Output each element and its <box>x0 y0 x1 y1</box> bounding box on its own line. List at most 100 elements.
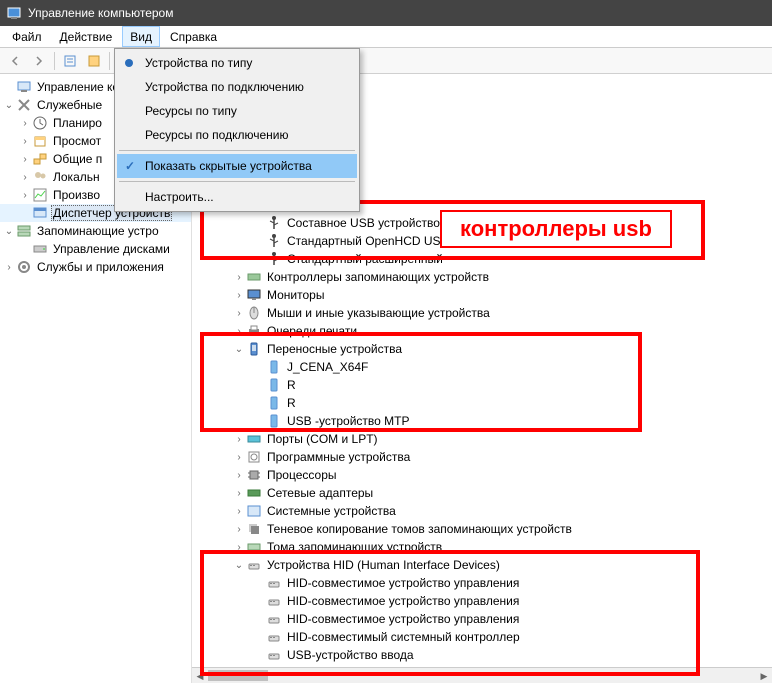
tree-row[interactable]: ›Очереди печати <box>192 322 772 340</box>
toolbar-separator <box>54 52 55 70</box>
menu-файл[interactable]: Файл <box>4 26 50 47</box>
dropdown-item[interactable]: Устройства по типу <box>117 51 357 75</box>
tree-row[interactable]: › Программные устройства <box>192 448 772 466</box>
tree-row[interactable]: › Процессоры <box>192 466 772 484</box>
expand-icon[interactable]: › <box>232 542 246 553</box>
expand-icon[interactable]: › <box>232 470 246 481</box>
dropdown-item[interactable]: Показать скрытые устройства <box>117 154 357 178</box>
view-dropdown-menu: Устройства по типуУстройства по подключе… <box>114 48 360 212</box>
tree-label: Службы и приложения <box>35 260 166 274</box>
tree-label: R <box>285 378 298 392</box>
tree-label: Программные устройства <box>265 450 412 464</box>
menu-справка[interactable]: Справка <box>162 26 225 47</box>
task-icon <box>32 115 48 131</box>
collapse-icon[interactable]: ⌄ <box>232 560 246 571</box>
horizontal-scrollbar[interactable]: ◀ ▶ <box>192 667 772 683</box>
tree-row[interactable]: ›Сетевые адаптеры <box>192 484 772 502</box>
tree-row[interactable]: HID-совместимое устройство управления <box>192 610 772 628</box>
expand-icon[interactable]: › <box>232 506 246 517</box>
portable-icon <box>246 341 262 357</box>
tree-label: Запоминающие устро <box>35 224 161 238</box>
storage-ctrl-icon <box>246 269 262 285</box>
expand-icon[interactable]: › <box>2 262 16 273</box>
collapse-icon[interactable]: ⌄ <box>232 344 246 355</box>
mouse-icon <box>246 305 262 321</box>
hid-icon <box>266 629 282 645</box>
tree-label: Устройства HID (Human Interface Devices) <box>265 558 502 572</box>
tree-row[interactable]: Управление дисками <box>0 240 191 258</box>
tree-row[interactable]: R <box>192 394 772 412</box>
tree-row[interactable]: USB-устройство ввода <box>192 646 772 664</box>
tree-row[interactable]: HID-совместимое устройство управления <box>192 574 772 592</box>
tools-icon <box>16 97 32 113</box>
expand-icon[interactable]: › <box>232 290 246 301</box>
share-icon <box>32 151 48 167</box>
tree-label: Произво <box>51 188 102 202</box>
tree-row[interactable]: HID-совместимый системный контроллер <box>192 628 772 646</box>
expand-icon[interactable]: › <box>18 154 32 165</box>
usb-icon <box>266 233 282 249</box>
expand-icon[interactable]: › <box>18 172 32 183</box>
computer-icon <box>16 79 32 95</box>
services-icon <box>16 259 32 275</box>
expand-icon[interactable]: › <box>232 326 246 337</box>
vol-icon <box>246 539 262 555</box>
shadow-icon <box>246 521 262 537</box>
tree-label: Теневое копирование томов запоминающих у… <box>265 522 574 536</box>
view-button[interactable] <box>83 50 105 72</box>
collapse-icon[interactable]: ⌄ <box>2 226 16 237</box>
tree-row[interactable]: ›Мыши и иные указывающие устройства <box>192 304 772 322</box>
menu-вид[interactable]: Вид <box>122 26 160 47</box>
collapse-icon[interactable]: ⌄ <box>2 100 16 111</box>
users-icon <box>32 169 48 185</box>
tree-row[interactable]: › Порты (COM и LPT) <box>192 430 772 448</box>
tree-label: HID-совместимый системный контроллер <box>285 630 522 644</box>
expand-icon[interactable]: › <box>232 434 246 445</box>
tree-row[interactable]: › Службы и приложения <box>0 258 191 276</box>
tree-row[interactable]: ›Тома запоминающих устройств <box>192 538 772 556</box>
tree-row[interactable]: ⌄ Запоминающие устро <box>0 222 191 240</box>
tree-row[interactable]: Стандартный расширенный <box>192 250 772 268</box>
hid-icon <box>266 593 282 609</box>
tree-row[interactable]: ›Системные устройства <box>192 502 772 520</box>
pd-icon <box>266 377 282 393</box>
tree-row[interactable]: HID-совместимое устройство управления <box>192 592 772 610</box>
tree-row[interactable]: USB -устройство MTP <box>192 412 772 430</box>
pd-icon <box>266 359 282 375</box>
forward-button[interactable] <box>28 50 50 72</box>
tree-label: Порты (COM и LPT) <box>265 432 380 446</box>
dropdown-item[interactable]: Настроить... <box>117 185 357 209</box>
tree-label: Общие п <box>51 152 104 166</box>
expand-icon[interactable]: › <box>18 190 32 201</box>
scroll-thumb[interactable] <box>208 670 268 681</box>
expand-icon[interactable]: › <box>232 452 246 463</box>
usb-icon <box>266 215 282 231</box>
back-button[interactable] <box>4 50 26 72</box>
expand-icon[interactable]: › <box>232 488 246 499</box>
scroll-left-arrow[interactable]: ◀ <box>192 668 208 683</box>
tree-label: HID-совместимое устройство управления <box>285 594 521 608</box>
tree-row[interactable]: R <box>192 376 772 394</box>
expand-icon[interactable]: › <box>232 308 246 319</box>
properties-button[interactable] <box>59 50 81 72</box>
dropdown-item[interactable]: Устройства по подключению <box>117 75 357 99</box>
expand-icon[interactable]: › <box>18 118 32 129</box>
expand-icon[interactable]: › <box>232 524 246 535</box>
tree-label: Процессоры <box>265 468 339 482</box>
expand-icon[interactable]: › <box>18 136 32 147</box>
dropdown-item[interactable]: Ресурсы по типу <box>117 99 357 123</box>
disk-icon <box>32 241 48 257</box>
tree-row[interactable]: ⌄ Устройства HID (Human Interface Devices… <box>192 556 772 574</box>
tree-row[interactable]: › Теневое копирование томов запоминающих … <box>192 520 772 538</box>
dropdown-separator <box>119 150 355 151</box>
tree-row[interactable]: ›Контроллеры запоминающих устройств <box>192 268 772 286</box>
tree-row[interactable]: ⌄Переносные устройства <box>192 340 772 358</box>
tree-row[interactable]: J_CENA_X64F <box>192 358 772 376</box>
menu-действие[interactable]: Действие <box>52 26 121 47</box>
expand-icon[interactable]: › <box>232 272 246 283</box>
dropdown-item[interactable]: Ресурсы по подключению <box>117 123 357 147</box>
hid-icon <box>266 611 282 627</box>
scroll-right-arrow[interactable]: ▶ <box>756 668 772 683</box>
tree-label: Мониторы <box>265 288 326 302</box>
tree-row[interactable]: › Мониторы <box>192 286 772 304</box>
